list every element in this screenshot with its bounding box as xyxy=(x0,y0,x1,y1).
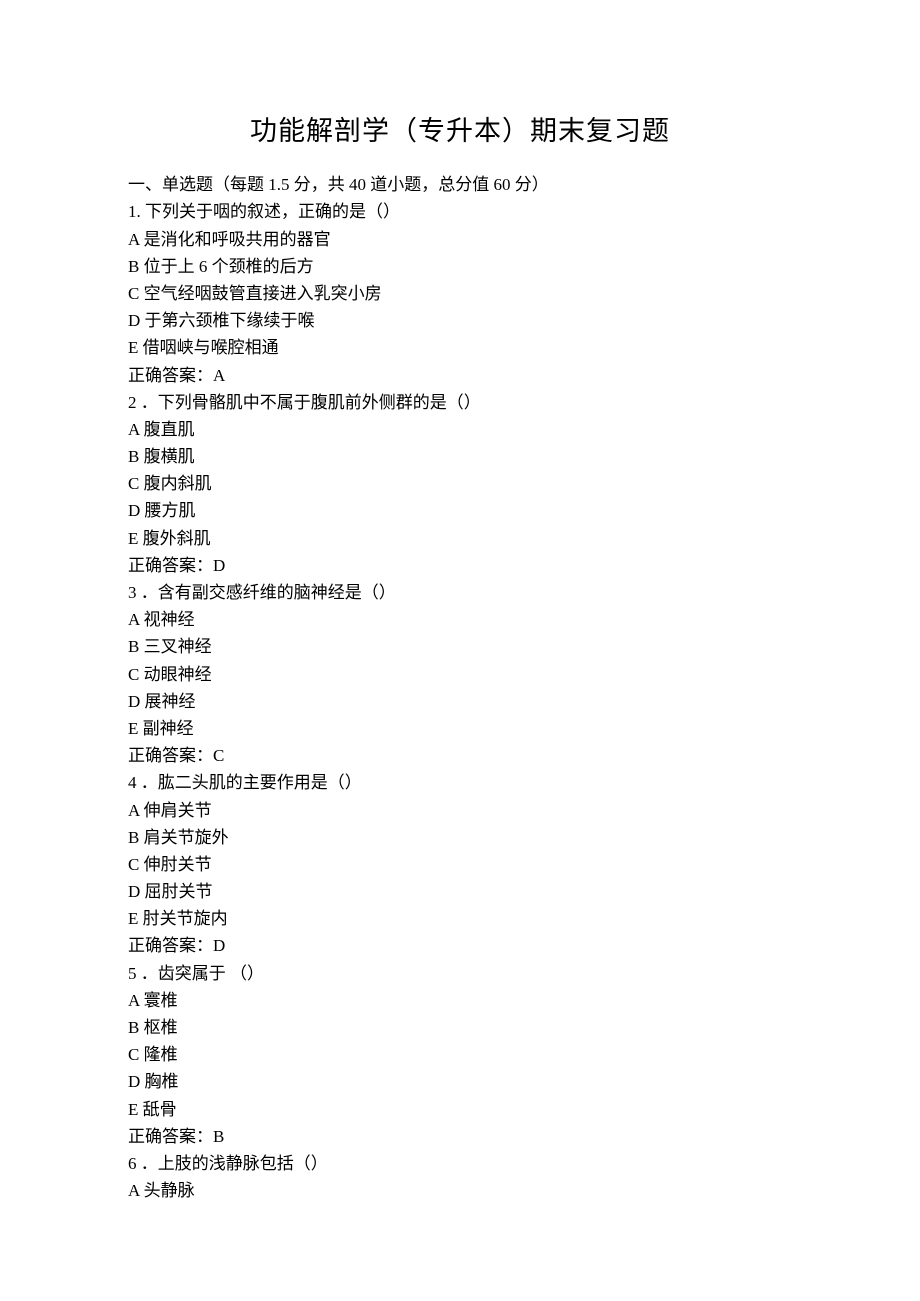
question-option: C 动眼神经 xyxy=(128,661,792,688)
question-text: 2 ．下列骨骼肌中不属于腹肌前外侧群的是（） xyxy=(128,389,792,416)
question-block: 6 ．上肢的浅静脉包括（）A 头静脉 xyxy=(128,1150,792,1204)
question-block: 1. 下列关于咽的叙述，正确的是（）A 是消化和呼吸共用的器官B 位于上 6 个… xyxy=(128,198,792,388)
question-answer: 正确答案：D xyxy=(128,552,792,579)
question-text: 5 ．齿突属于 （） xyxy=(128,960,792,987)
question-text: 1. 下列关于咽的叙述，正确的是（） xyxy=(128,198,792,225)
question-answer: 正确答案：D xyxy=(128,932,792,959)
question-option: D 屈肘关节 xyxy=(128,878,792,905)
question-answer: 正确答案：A xyxy=(128,362,792,389)
question-block: 5 ．齿突属于 （）A 寰椎B 枢椎C 隆椎D 胸椎E 舐骨正确答案：B xyxy=(128,960,792,1150)
question-option: A 视神经 xyxy=(128,606,792,633)
questions-container: 1. 下列关于咽的叙述，正确的是（）A 是消化和呼吸共用的器官B 位于上 6 个… xyxy=(128,198,792,1204)
question-option: A 是消化和呼吸共用的器官 xyxy=(128,226,792,253)
question-block: 3 ．含有副交感纤维的脑神经是（）A 视神经B 三叉神经C 动眼神经D 展神经E… xyxy=(128,579,792,769)
page-title: 功能解剖学（专升本）期末复习题 xyxy=(128,110,792,153)
question-option: B 三叉神经 xyxy=(128,633,792,660)
question-option: C 空气经咽鼓管直接进入乳突小房 xyxy=(128,280,792,307)
question-option: D 于第六颈椎下缘续于喉 xyxy=(128,307,792,334)
question-option: E 舐骨 xyxy=(128,1096,792,1123)
question-option: A 头静脉 xyxy=(128,1177,792,1204)
question-block: 4 ．肱二头肌的主要作用是（）A 伸肩关节B 肩关节旋外C 伸肘关节D 屈肘关节… xyxy=(128,769,792,959)
question-text: 4 ．肱二头肌的主要作用是（） xyxy=(128,769,792,796)
question-answer: 正确答案：C xyxy=(128,742,792,769)
question-option: D 展神经 xyxy=(128,688,792,715)
question-option: B 枢椎 xyxy=(128,1014,792,1041)
question-option: A 腹直肌 xyxy=(128,416,792,443)
question-block: 2 ．下列骨骼肌中不属于腹肌前外侧群的是（）A 腹直肌B 腹横肌C 腹内斜肌D … xyxy=(128,389,792,579)
section-header: 一、单选题（每题 1.5 分，共 40 道小题，总分值 60 分） xyxy=(128,171,792,198)
question-text: 3 ．含有副交感纤维的脑神经是（） xyxy=(128,579,792,606)
question-option: B 位于上 6 个颈椎的后方 xyxy=(128,253,792,280)
question-option: C 腹内斜肌 xyxy=(128,470,792,497)
question-option: E 副神经 xyxy=(128,715,792,742)
question-option: E 肘关节旋内 xyxy=(128,905,792,932)
question-option: B 腹横肌 xyxy=(128,443,792,470)
question-answer: 正确答案：B xyxy=(128,1123,792,1150)
question-option: A 伸肩关节 xyxy=(128,797,792,824)
question-option: D 胸椎 xyxy=(128,1068,792,1095)
question-option: D 腰方肌 xyxy=(128,497,792,524)
question-option: E 借咽峡与喉腔相通 xyxy=(128,334,792,361)
question-option: C 隆椎 xyxy=(128,1041,792,1068)
question-option: E 腹外斜肌 xyxy=(128,525,792,552)
question-option: C 伸肘关节 xyxy=(128,851,792,878)
question-text: 6 ．上肢的浅静脉包括（） xyxy=(128,1150,792,1177)
question-option: B 肩关节旋外 xyxy=(128,824,792,851)
question-option: A 寰椎 xyxy=(128,987,792,1014)
